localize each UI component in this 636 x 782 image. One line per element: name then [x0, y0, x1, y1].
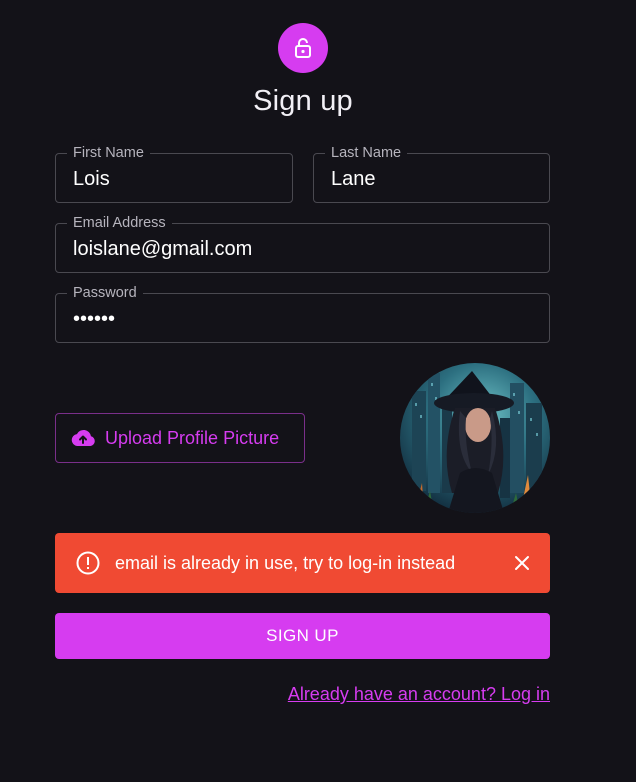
- cloud-upload-icon: [71, 429, 95, 446]
- error-alert: email is already in use, try to log-in i…: [55, 533, 550, 593]
- first-name-value[interactable]: Lois: [73, 168, 110, 190]
- sign-up-button[interactable]: SIGN UP: [55, 613, 550, 659]
- close-icon[interactable]: [512, 553, 532, 573]
- first-name-field[interactable]: First Name Lois: [55, 144, 293, 203]
- error-outline-icon: [76, 551, 100, 575]
- last-name-field[interactable]: Last Name Lane: [313, 144, 550, 203]
- upload-profile-picture-button[interactable]: Upload Profile Picture: [55, 413, 305, 463]
- lock-avatar: [278, 23, 328, 73]
- email-label: Email Address: [67, 214, 172, 232]
- password-field[interactable]: Password ••••••: [55, 284, 550, 343]
- upload-label: Upload Profile Picture: [105, 427, 280, 448]
- profile-image: [400, 363, 550, 513]
- password-label: Password: [67, 284, 143, 302]
- alert-message: email is already in use, try to log-in i…: [115, 552, 456, 573]
- email-value[interactable]: loislane@gmail.com: [73, 238, 252, 260]
- lock-open-icon: [295, 38, 311, 58]
- login-link[interactable]: Already have an account? Log in: [288, 684, 550, 705]
- email-field[interactable]: Email Address loislane@gmail.com: [55, 214, 550, 273]
- signup-page: Sign up First Name Lois Last Name Lane E…: [0, 0, 636, 782]
- page-title: Sign up: [253, 85, 353, 117]
- last-name-label: Last Name: [325, 144, 408, 162]
- password-value[interactable]: ••••••: [73, 308, 115, 330]
- last-name-value[interactable]: Lane: [331, 168, 376, 190]
- first-name-label: First Name: [67, 144, 150, 162]
